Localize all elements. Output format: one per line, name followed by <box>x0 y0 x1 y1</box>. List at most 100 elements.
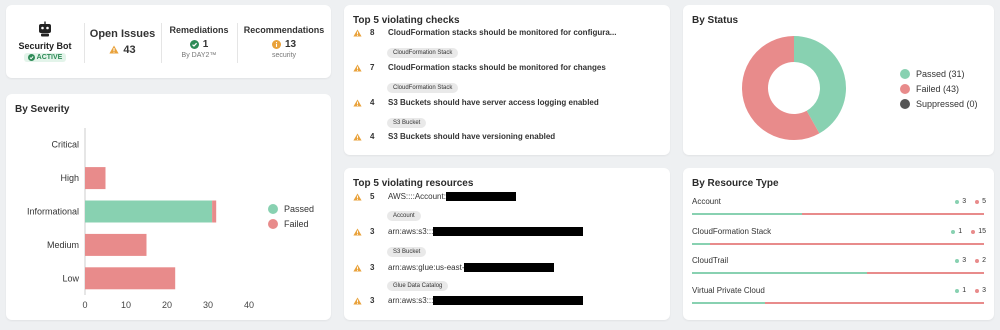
resource-arn: AWS::::Account: <box>388 192 446 201</box>
resource-row[interactable]: 3 arn:aws:glue:us-east- <box>353 263 555 272</box>
resource-row[interactable]: 5 AWS::::Account: <box>353 192 516 201</box>
remediations-title: Remediations <box>169 24 229 35</box>
check-row[interactable]: 4 S3 Buckets should have server access l… <box>353 98 599 107</box>
warning-icon <box>109 45 119 54</box>
resource-count: 5 <box>370 192 375 201</box>
warning-icon <box>353 263 362 272</box>
legend-passed[interactable]: Passed <box>268 204 314 214</box>
status-badge-label: ACTIVE <box>36 54 63 61</box>
category-label: Critical <box>51 140 79 150</box>
security-bot-block[interactable]: Security Bot ACTIVE <box>6 5 84 78</box>
passed-dot <box>955 288 960 293</box>
resource-type-counts: 35 <box>955 198 986 205</box>
passed-dot <box>955 258 960 263</box>
bar-passed[interactable] <box>85 200 213 223</box>
violating-checks-card: Top 5 violating checks 8 CloudFormation … <box>344 5 670 155</box>
legend-passed-label: Passed <box>284 204 315 214</box>
category-label: Medium <box>47 240 79 250</box>
bar-failed[interactable] <box>212 200 217 223</box>
category-label: Informational <box>27 207 79 217</box>
passed-count: 3 <box>962 198 967 205</box>
failed-count: 15 <box>978 228 986 235</box>
resource-type-bar <box>692 302 984 304</box>
recommendations-sub: security <box>271 51 297 59</box>
resource-type-name[interactable]: Virtual Private Cloud <box>692 286 765 295</box>
check-row[interactable]: 4 S3 Buckets should have versioning enab… <box>353 132 555 141</box>
resource-type-bar-passed <box>692 213 802 215</box>
resource-tag: Account <box>387 211 421 221</box>
resource-type-counts: 32 <box>955 257 986 264</box>
legend-failed-label: Failed (43) <box>916 84 960 94</box>
resource-type-counts: 1 15 <box>951 228 986 235</box>
resource-count: 3 <box>370 227 375 236</box>
resource-type-name[interactable]: Account <box>692 197 721 206</box>
failed-count: 5 <box>982 198 986 205</box>
resource-type-bar-passed <box>692 302 765 304</box>
bar-failed[interactable] <box>85 233 147 256</box>
status-badge: ACTIVE <box>23 53 67 62</box>
resource-type-bar-passed <box>692 243 711 245</box>
passed-count: 1 <box>962 287 967 294</box>
legend-suppressed-dot <box>900 99 910 109</box>
resource-tag: CloudFormation Stack <box>387 48 459 58</box>
resources-title: Top 5 violating resources <box>353 178 474 189</box>
legend-suppressed[interactable]: Suppressed (0) <box>900 99 978 109</box>
robot-icon <box>39 21 51 37</box>
legend-failed-dot <box>268 219 278 229</box>
recommendations-value: 13 <box>284 38 297 50</box>
resource-count: 3 <box>370 263 375 272</box>
passed-count: 1 <box>958 228 963 235</box>
failed-dot <box>975 288 980 293</box>
bar-failed[interactable] <box>85 167 106 190</box>
resource-row[interactable]: 3 arn:aws:s3::: <box>353 227 584 236</box>
check-row[interactable]: 7 CloudFormation stacks should be monito… <box>353 63 606 72</box>
open-issues-block[interactable]: Open Issues 43 <box>84 5 161 78</box>
passed-dot <box>955 199 960 204</box>
legend-passed[interactable]: Passed (31) <box>900 69 965 79</box>
category-label: Low <box>62 273 79 283</box>
open-issues-value: 43 <box>123 43 136 56</box>
resource-type-bar-passed <box>692 272 868 274</box>
info-circle-icon <box>271 39 281 49</box>
resource-row[interactable]: 3 arn:aws:s3::: <box>353 296 584 305</box>
check-circle-icon <box>189 39 199 49</box>
warning-icon <box>353 132 362 141</box>
violating-resources-card: Top 5 violating resources 5 AWS::::Accou… <box>344 168 670 320</box>
legend-failed[interactable]: Failed <box>268 219 309 229</box>
x-tick-label: 20 <box>162 300 172 310</box>
check-text: S3 Buckets should have versioning enable… <box>388 132 556 141</box>
resource-tag: CloudFormation Stack <box>387 83 459 93</box>
check-count: 4 <box>370 132 375 141</box>
check-text: CloudFormation stacks should be monitore… <box>388 28 617 37</box>
passed-dot <box>951 229 956 234</box>
resource-type-card: By Resource Type Account 3 5 CloudFormation… <box>683 168 994 320</box>
check-circle-icon <box>27 54 35 61</box>
resource-type-title: By Resource Type <box>692 178 779 189</box>
remediations-block[interactable]: Remediations 1 By DAY2™ <box>161 5 237 78</box>
resource-type-name[interactable]: CloudFormation Stack <box>692 227 771 236</box>
failed-dot <box>975 258 980 263</box>
warning-icon <box>353 98 362 107</box>
bar-failed[interactable] <box>85 267 176 290</box>
resource-arn: arn:aws:glue:us-east- <box>388 263 465 272</box>
resource-tag: S3 Bucket <box>387 118 427 128</box>
legend-passed-dot <box>268 204 278 214</box>
legend-failed[interactable]: Failed (43) <box>900 84 959 94</box>
x-tick-label: 40 <box>244 300 254 310</box>
recommendations-block[interactable]: Recommendations 13 security <box>237 5 331 78</box>
checks-title: Top 5 violating checks <box>353 15 460 26</box>
resource-type-bar <box>692 272 984 274</box>
resource-tag: S3 Bucket <box>387 247 427 257</box>
remediations-value: 1 <box>202 38 209 50</box>
status-donut-chart <box>742 36 846 140</box>
resource-type-bar <box>692 243 984 245</box>
category-label: High <box>60 173 79 183</box>
check-row[interactable]: 8 CloudFormation stacks should be monito… <box>353 28 616 37</box>
legend-failed-label: Failed <box>284 219 309 229</box>
x-tick-label: 0 <box>82 300 87 310</box>
check-count: 8 <box>370 28 375 37</box>
redacted-block <box>445 192 516 201</box>
status-card: By Status Passed (31) Failed (43) Suppre… <box>683 5 994 155</box>
resource-type-name[interactable]: CloudTrail <box>692 256 728 265</box>
failed-dot <box>975 199 980 204</box>
